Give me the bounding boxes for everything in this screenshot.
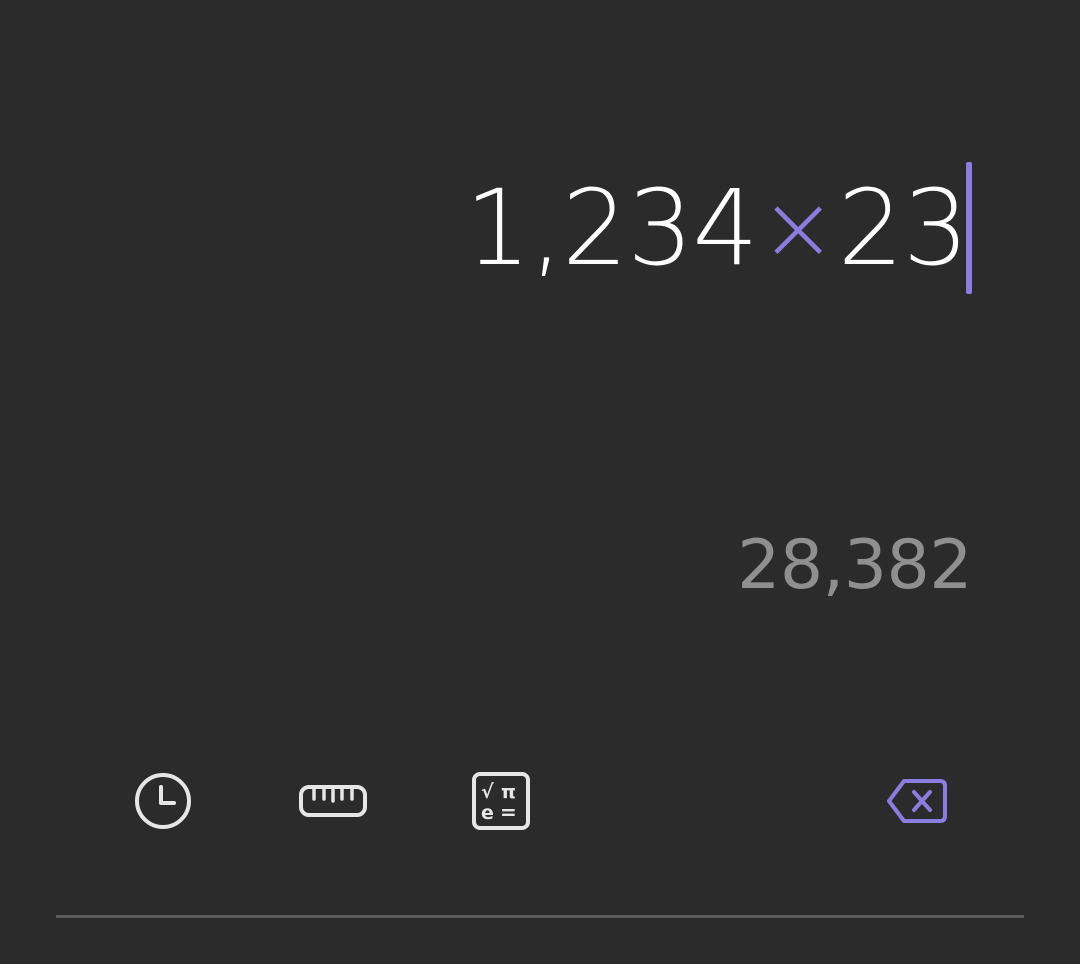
keypad-divider (56, 915, 1024, 918)
equals-glyph: = (500, 800, 517, 824)
expression-operator: × (759, 173, 837, 281)
text-cursor (966, 161, 972, 294)
e-glyph: e (481, 802, 494, 824)
calculator-screen: 1,234 × 23 28,382 √ π e = (0, 0, 1080, 964)
expression-display[interactable]: 1,234 × 23 (465, 160, 972, 295)
expression-operand-1: 1,234 (464, 166, 759, 289)
backspace-button[interactable] (872, 756, 962, 846)
history-button[interactable] (118, 756, 208, 846)
result-preview: 28,382 (737, 526, 972, 605)
scientific-mode-icon: √ π e = (472, 772, 530, 830)
expression-operand-2: 23 (837, 166, 969, 289)
ruler-icon (299, 785, 367, 817)
history-clock-icon (135, 773, 191, 829)
scientific-mode-button[interactable]: √ π e = (456, 756, 546, 846)
unit-converter-button[interactable] (288, 756, 378, 846)
sqrt-glyph: √ (481, 781, 494, 803)
backspace-icon (887, 779, 947, 823)
